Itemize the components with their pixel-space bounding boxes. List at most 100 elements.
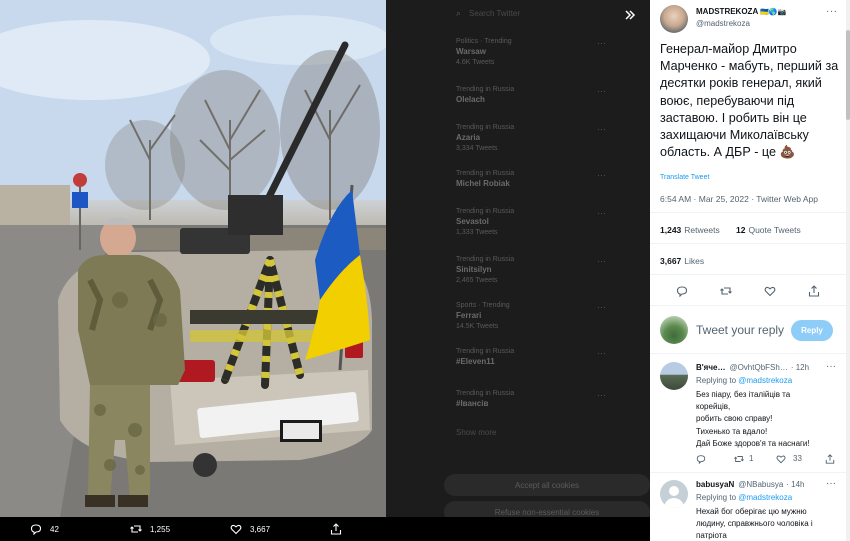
trend-item[interactable]: Trending in Russia Michel Robiak ··· — [456, 170, 616, 188]
trend-item[interactable]: Trending in Russia Sinitsilyn 2,465 Tweets… — [456, 256, 616, 284]
trend-category: Trending in Russia — [456, 86, 515, 93]
collapse-panel-button[interactable] — [618, 4, 642, 26]
search-icon: ⌕ — [456, 7, 462, 18]
more-options-icon[interactable]: ··· — [597, 38, 606, 48]
reply-text: Без піару, без італійців та корейців, ро… — [696, 389, 810, 450]
scrollbar[interactable] — [846, 0, 850, 541]
reply-item[interactable]: В'яче… @OvhtQbFSh… · 12h ··· Replying to… — [650, 356, 850, 471]
reply-icon[interactable] — [676, 285, 688, 297]
share-icon[interactable] — [825, 454, 835, 464]
trend-name: #Eleven11 — [456, 357, 495, 366]
trend-count: 14.5K Tweets — [456, 323, 499, 330]
more-options-icon[interactable]: ··· — [597, 86, 606, 96]
more-options-icon[interactable]: ··· — [597, 348, 606, 358]
trend-item[interactable]: Sports · Trending Ferrari 14.5K Tweets ··· — [456, 302, 616, 330]
more-options-icon[interactable]: ··· — [826, 361, 836, 372]
trend-item[interactable]: Trending in Russia #Iвансів ··· — [456, 390, 616, 408]
trend-count: 3,334 Tweets — [456, 145, 498, 152]
reply-author-handle[interactable]: @OvhtQbFSh… — [729, 363, 787, 372]
author-name[interactable]: MADSTREKOZA — [696, 7, 758, 16]
quotes-count: 12 — [736, 225, 746, 235]
author-avatar[interactable] — [660, 5, 688, 33]
more-options-icon[interactable]: ··· — [597, 302, 606, 312]
photo-illustration — [0, 0, 386, 517]
retweets-count: 1,243 — [660, 225, 682, 235]
trend-category: Trending in Russia — [456, 348, 515, 355]
like-stats[interactable]: 3,667 Likes — [660, 256, 704, 266]
quote-stats[interactable]: 12 Quote Tweets — [736, 225, 801, 235]
retweet-icon[interactable] — [720, 285, 732, 297]
media-share-button[interactable] — [330, 523, 430, 535]
more-options-icon[interactable]: ··· — [597, 124, 606, 134]
divider — [650, 274, 850, 275]
trend-item[interactable]: Politics · Trending Warsaw 4.6K Tweets ··· — [456, 38, 616, 66]
dimmed-background-page: ⌕ Search Twitter Politics · Trending Wars… — [386, 0, 650, 517]
divider — [650, 212, 850, 213]
scrollbar-thumb[interactable] — [846, 30, 850, 120]
more-options-icon[interactable]: ··· — [826, 478, 836, 489]
trend-category: Trending in Russia — [456, 124, 515, 131]
heart-icon[interactable] — [764, 285, 776, 297]
more-options-icon[interactable]: ··· — [597, 170, 606, 180]
reply-author-name[interactable]: В'яче… — [696, 363, 725, 372]
reply-retweet-count: 1 — [749, 454, 754, 463]
reply-text: Нехай бог оберігає цю мужню людину, спра… — [696, 506, 813, 541]
reply-line: патріота — [696, 531, 727, 541]
replying-to-handle[interactable]: @madstrekoza — [738, 376, 792, 385]
reply-avatar[interactable] — [660, 480, 688, 508]
author-handle[interactable]: @madstrekoza — [696, 19, 750, 28]
replying-to-label: Replying to — [696, 493, 737, 502]
likes-label: Likes — [684, 256, 705, 266]
replying-to-handle[interactable]: @madstrekoza — [738, 493, 792, 502]
author-flags: 🇺🇦🌎📷 — [760, 8, 787, 16]
reply-author-handle[interactable]: @NBabusya — [738, 480, 783, 489]
tweet-photo[interactable] — [0, 0, 386, 517]
more-options-icon[interactable]: ··· — [826, 6, 838, 17]
refuse-cookies-button[interactable]: Refuse non-essential cookies — [444, 501, 650, 517]
reply-author-name[interactable]: babusyaN — [696, 480, 734, 489]
media-reply-button[interactable]: 42 — [30, 523, 130, 535]
divider — [650, 243, 850, 244]
reply-like-count: 33 — [793, 454, 802, 463]
reply-time[interactable]: · 14h — [786, 480, 804, 489]
reply-input[interactable]: Tweet your reply — [696, 323, 784, 337]
more-options-icon[interactable]: ··· — [597, 256, 606, 266]
trend-category: Politics · Trending — [456, 38, 512, 45]
share-icon[interactable] — [808, 285, 820, 297]
trend-name: #Iвансів — [456, 399, 489, 408]
media-retweet-button[interactable]: 1,255 — [130, 523, 230, 535]
media-like-button[interactable]: 3,667 — [230, 523, 330, 535]
trend-count: 4.6K Tweets — [456, 59, 495, 66]
my-avatar[interactable] — [660, 316, 688, 344]
reply-button[interactable]: Reply — [791, 320, 833, 341]
trend-item[interactable]: Trending in Russia Azaria 3,334 Tweets ··· — [456, 124, 616, 152]
background-search-placeholder: Search Twitter — [469, 8, 521, 18]
translate-tweet-link[interactable]: Translate Tweet — [660, 174, 709, 181]
reply-icon[interactable] — [696, 454, 706, 464]
reply-time[interactable]: · 12h — [791, 363, 809, 372]
trend-category: Trending in Russia — [456, 390, 515, 397]
retweet-stats[interactable]: 1,243 Retweets — [660, 225, 720, 235]
trend-item[interactable]: Trending in Russia Olelach ··· — [456, 86, 616, 104]
reply-line: людину, справжнього чоловіка і — [696, 519, 813, 529]
tweet-text: Генерал-майор Дмитро Марченко - мабуть, … — [660, 42, 839, 160]
reply-icon — [30, 524, 42, 535]
heart-icon[interactable] — [776, 454, 786, 464]
background-search: ⌕ Search Twitter — [456, 6, 616, 20]
retweets-label: Retweets — [684, 225, 720, 235]
reply-avatar[interactable] — [660, 362, 688, 390]
trend-item[interactable]: Trending in Russia #Eleven11 ··· — [456, 348, 616, 366]
accept-cookies-button[interactable]: Accept all cookies — [444, 474, 650, 496]
tweet-actions — [650, 282, 850, 300]
tweet-timestamp[interactable]: 6:54 AM · Mar 25, 2022 · Twitter Web App — [660, 194, 818, 204]
trend-category: Sports · Trending — [456, 302, 510, 309]
reply-item[interactable]: babusyaN @NBabusya · 14h ··· Replying to… — [650, 474, 850, 541]
trend-item[interactable]: Trending in Russia Sevastol 1,333 Tweets ··… — [456, 208, 616, 236]
reply-line: робить свою справу! — [696, 414, 773, 424]
more-options-icon[interactable]: ··· — [597, 208, 606, 218]
trend-count: 2,465 Tweets — [456, 277, 498, 284]
more-options-icon[interactable]: ··· — [597, 390, 606, 400]
trend-category: Trending in Russia — [456, 208, 515, 215]
trend-name: Ferrari — [456, 311, 482, 320]
retweet-icon[interactable] — [734, 454, 744, 464]
